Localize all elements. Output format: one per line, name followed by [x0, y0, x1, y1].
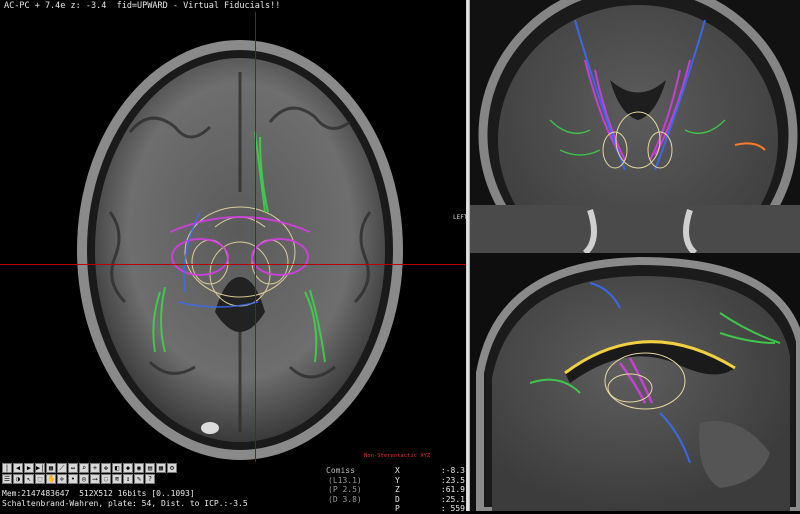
hand-icon[interactable]: ✋ [46, 474, 56, 484]
ruler-icon[interactable]: ↔ [68, 463, 78, 473]
status-line-atlas: Schaltenbrand-Wahren, plate: 54, Dist. t… [2, 499, 248, 508]
comiss-posterior: (P 2.5) [328, 485, 362, 494]
help-icon[interactable]: ? [145, 474, 155, 484]
sagittal-mri-image [470, 253, 800, 511]
settings-icon[interactable]: ⚙ [167, 463, 177, 473]
coord-row: P: 559 [395, 504, 465, 513]
coord-row: Y:23.5 [395, 475, 465, 485]
coord-row: D:25.1 [395, 494, 465, 504]
coordinate-readout: X:-8.3 Y:23.5 Z:61.9 D:25.1 P: 559 [395, 466, 465, 514]
status-bar: Mem:2147483647 512X512 16bits [0..1093] S… [2, 489, 248, 509]
coronal-slice-view[interactable] [470, 0, 800, 253]
contour-icon[interactable]: ◌ [101, 474, 111, 484]
forward-end-icon[interactable]: ▶| [35, 463, 45, 473]
comiss-label: Comiss [326, 466, 355, 475]
zoom-icon[interactable]: ⌕ [79, 463, 89, 473]
header-title: AC-PC + 7.4e z: -3.4 fid=UPWARD - Virtua… [4, 1, 281, 11]
pan-icon[interactable]: ✥ [101, 463, 111, 473]
forward-icon[interactable]: ▶ [24, 463, 34, 473]
save-icon[interactable]: ▦ [46, 463, 56, 473]
camera-icon[interactable]: ◉ [134, 463, 144, 473]
window-level-icon[interactable]: ◑ [13, 474, 23, 484]
crosshair-icon[interactable]: ✛ [57, 474, 67, 484]
sagittal-slice-view[interactable] [470, 253, 800, 511]
toolbar-row: ☰ ◑ ↖ ⬚ ✋ ✛ • ◎ ⟶ ◌ ≋ ↕ ✎? [2, 474, 182, 484]
coronal-mri-image [470, 0, 800, 253]
status-line-memory: Mem:2147483647 512X512 16bits [0..1093] [2, 489, 195, 498]
color-icon[interactable]: ◆ [123, 463, 133, 473]
print-icon[interactable]: ▤ [145, 463, 155, 473]
toolbar: |◀◀▶▶|▦⟋↔⌕+✥◧◆◉▤▦⚙ ☰◑↖⬚✋✛•◎⟶◌≋↕✎? [2, 463, 182, 485]
target-icon[interactable]: ◎ [79, 474, 89, 484]
annotation-icon[interactable]: ✎ [134, 474, 144, 484]
orientation-label: LEFT [453, 214, 468, 221]
comiss-lateral: (L13.1) [328, 475, 362, 485]
layers-icon[interactable]: ☰ [2, 474, 12, 484]
grid-icon[interactable]: ▦ [156, 463, 166, 473]
comiss-depth: (D 3.8) [328, 494, 362, 504]
fiducial-icon[interactable]: • [68, 474, 78, 484]
window-icon[interactable]: ◧ [112, 463, 122, 473]
axial-panel[interactable]: AC-PC + 7.4e z: -3.4 fid=UPWARD - Virtua… [0, 0, 468, 514]
coord-row: Z:61.9 [395, 485, 465, 494]
axial-mri-image [77, 40, 403, 460]
zoom-in-icon[interactable]: + [90, 463, 100, 473]
stereotactic-mark: Non-Stereotactic XYZ [364, 453, 431, 459]
crosshair-vertical [255, 12, 256, 462]
back-icon[interactable]: ◀ [13, 463, 23, 473]
coord-row: X:-8.3 [395, 466, 465, 475]
axial-slice-view[interactable] [0, 12, 466, 462]
measure-icon[interactable]: ⟋ [57, 463, 67, 473]
select-icon[interactable]: ⬚ [35, 474, 45, 484]
ruler2-icon[interactable]: ↕ [123, 474, 133, 484]
right-panel [470, 0, 800, 511]
trajectory-icon[interactable]: ⟶ [90, 474, 100, 484]
back-start-icon[interactable]: |◀ [2, 463, 12, 473]
crosshair-horizontal [0, 264, 466, 265]
commissural-panel: Comiss (L13.1) (P 2.5) (D 3.8) [326, 466, 362, 504]
fiber-icon[interactable]: ≋ [112, 474, 122, 484]
pointer-icon[interactable]: ↖ [24, 474, 34, 484]
toolbar-row: |◀◀▶▶|▦⟋↔⌕+✥◧◆◉▤▦⚙ [2, 463, 182, 473]
